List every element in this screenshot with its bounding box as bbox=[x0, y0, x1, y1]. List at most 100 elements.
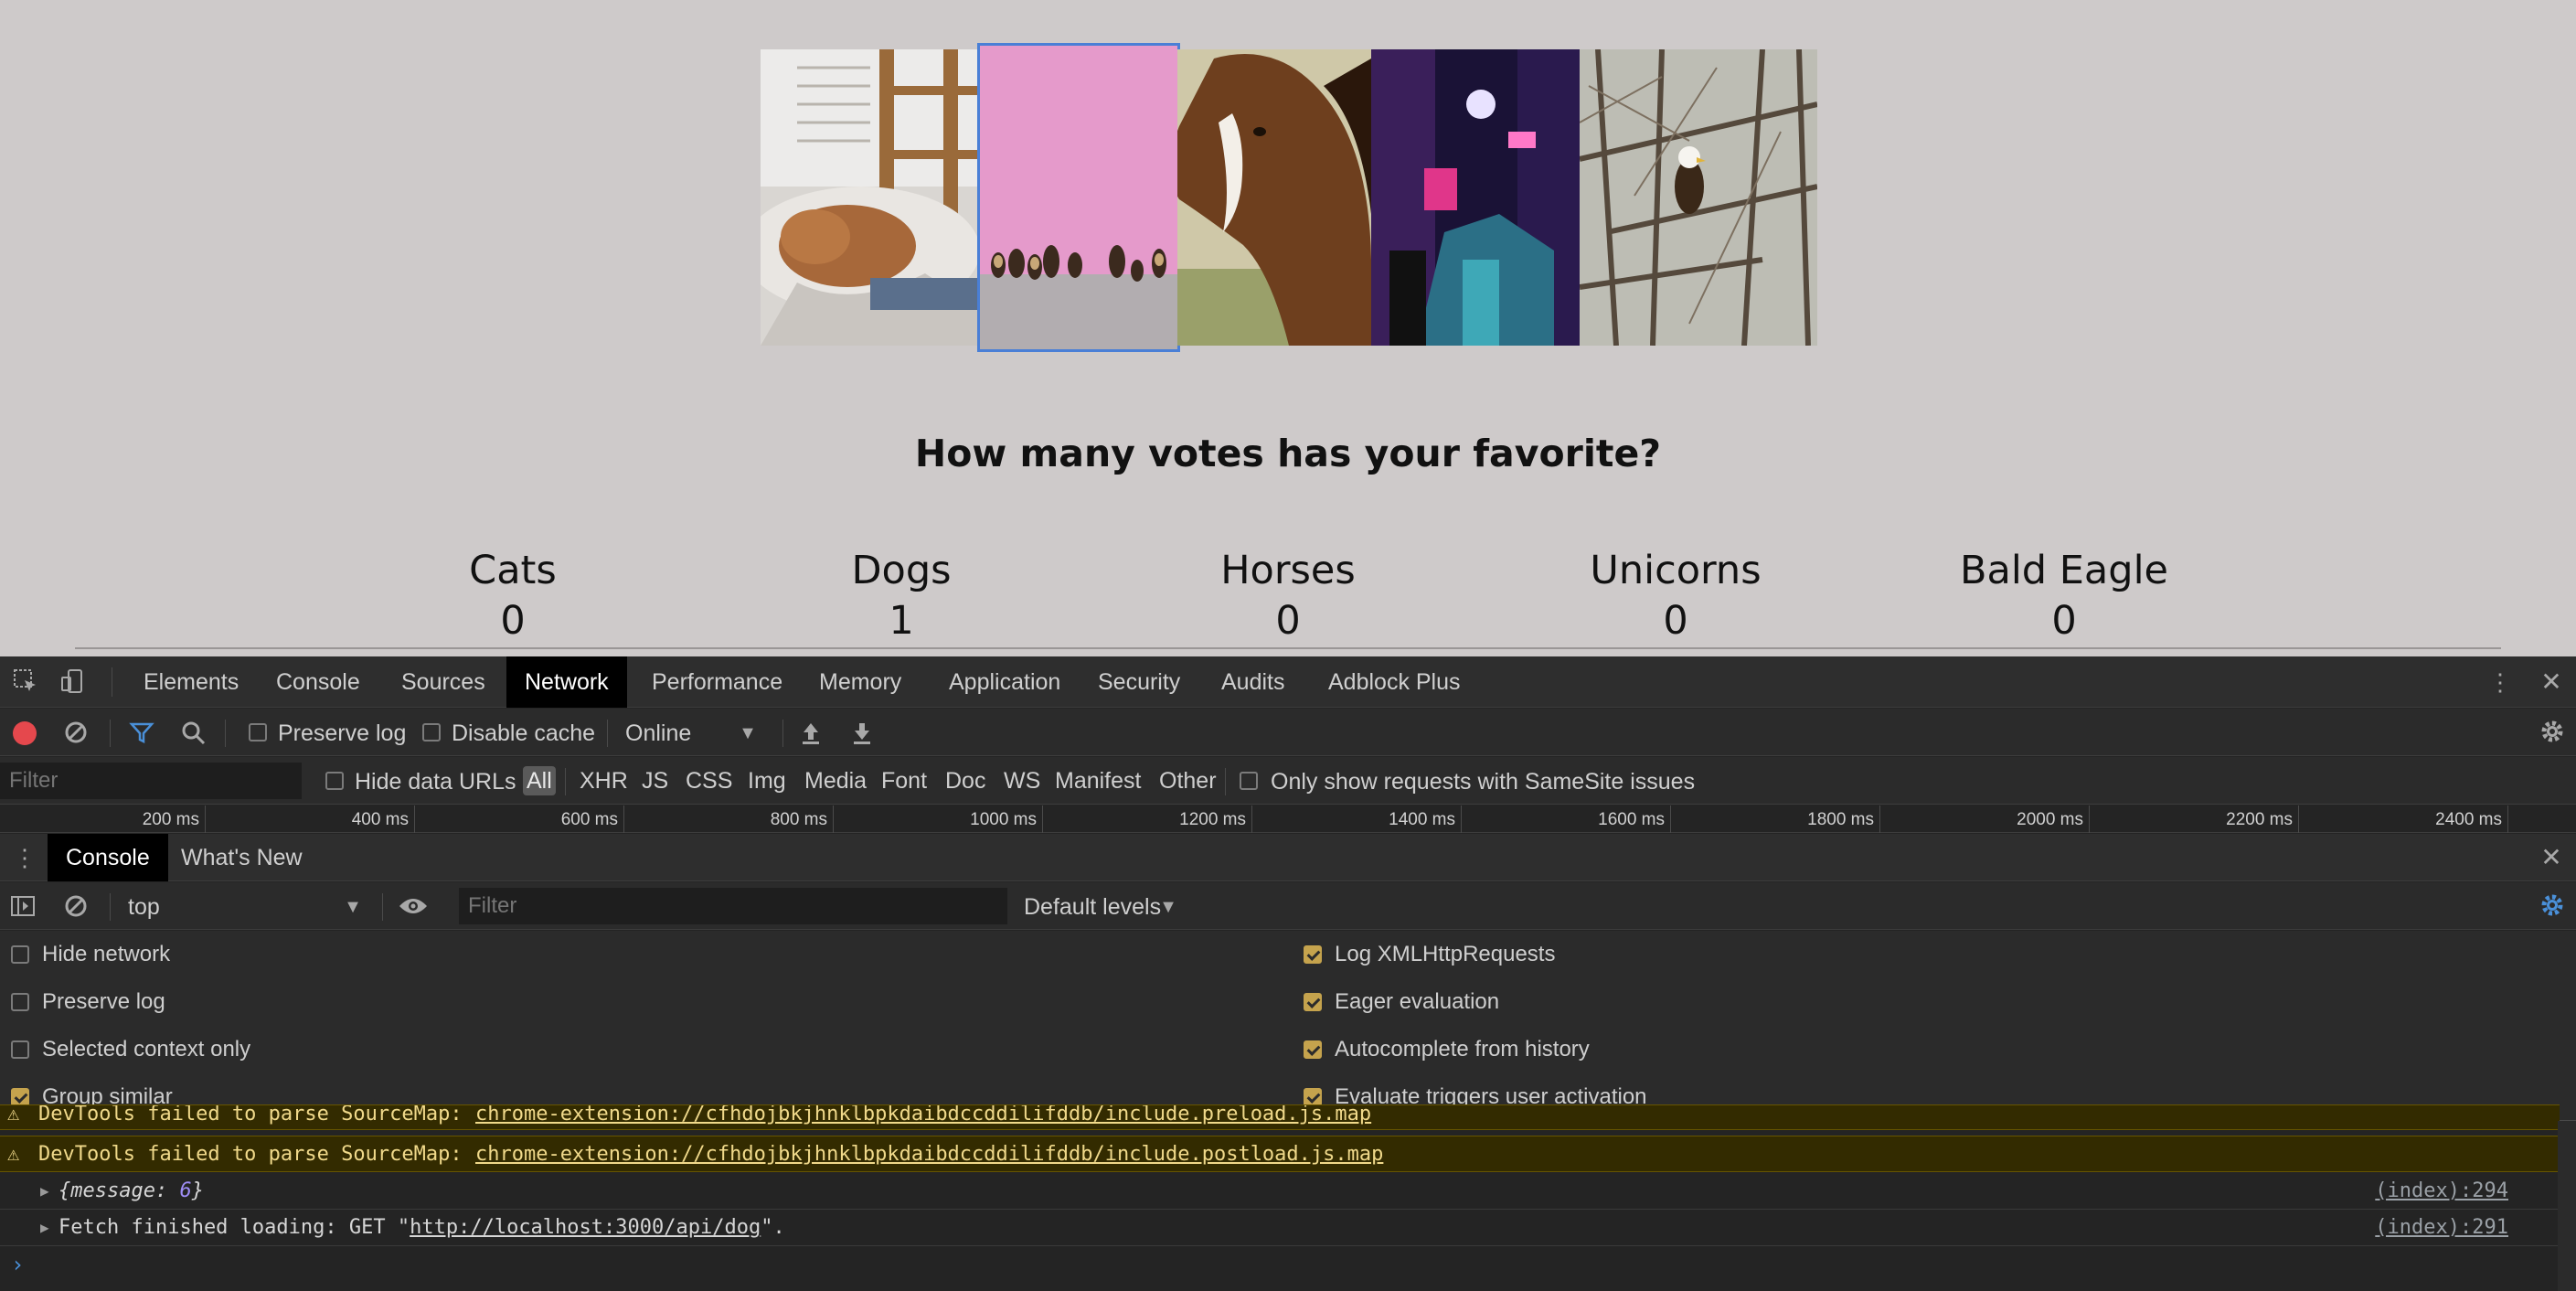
warning-icon: ⚠ bbox=[7, 1143, 20, 1166]
log-levels-select[interactable]: Default levels bbox=[1024, 893, 1161, 921]
checkbox[interactable] bbox=[11, 1040, 29, 1059]
console-settings-gear-icon[interactable] bbox=[2538, 891, 2567, 921]
checkbox[interactable] bbox=[11, 993, 29, 1011]
sourcemap-link[interactable]: chrome-extension://cfhdojbkjhnklbpkdaibd… bbox=[475, 1105, 1371, 1125]
vote-column-dogs: Dogs 1 bbox=[764, 545, 1038, 646]
timeline-tick: 1600 ms bbox=[1462, 806, 1671, 833]
live-expression-eye-icon[interactable] bbox=[397, 893, 430, 921]
cats-photo[interactable] bbox=[761, 49, 980, 346]
inspect-element-icon[interactable] bbox=[11, 667, 40, 697]
horses-photo[interactable] bbox=[1177, 49, 1371, 346]
tab-security[interactable]: Security bbox=[1080, 656, 1198, 708]
dogs-photo[interactable] bbox=[977, 43, 1180, 352]
more-menu-icon[interactable]: ⋮ bbox=[2486, 666, 2514, 699]
record-icon[interactable] bbox=[13, 721, 37, 745]
close-drawer-icon[interactable]: ✕ bbox=[2538, 843, 2565, 872]
type-filter-img[interactable]: Img bbox=[744, 766, 790, 795]
console-prompt[interactable]: › bbox=[0, 1246, 2560, 1283]
checkbox[interactable] bbox=[1304, 1088, 1322, 1106]
context-dropdown-arrow-icon[interactable]: ▼ bbox=[342, 893, 364, 921]
vote-label: Bald Eagle bbox=[1960, 548, 2168, 593]
network-filter-input[interactable] bbox=[0, 763, 302, 799]
type-filter-doc[interactable]: Doc bbox=[942, 766, 989, 795]
search-icon[interactable] bbox=[179, 720, 207, 747]
samesite-checkbox[interactable] bbox=[1240, 772, 1258, 790]
expand-arrow-icon[interactable]: ▶ bbox=[40, 1173, 49, 1210]
type-filter-font[interactable]: Font bbox=[878, 766, 931, 795]
checkbox[interactable] bbox=[11, 945, 29, 964]
vote-label: Dogs bbox=[851, 548, 952, 593]
filter-icon[interactable] bbox=[128, 720, 155, 747]
checkbox[interactable] bbox=[1304, 945, 1322, 964]
tab-application[interactable]: Application bbox=[931, 656, 1079, 708]
disable-cache-checkbox[interactable] bbox=[422, 723, 441, 742]
type-filter-other[interactable]: Other bbox=[1155, 766, 1220, 795]
drawer-menu-icon[interactable]: ⋮ bbox=[13, 843, 37, 872]
setting-label: Eager evaluation bbox=[1335, 989, 1500, 1014]
network-settings-gear-icon[interactable] bbox=[2538, 718, 2567, 747]
tab-console[interactable]: Console bbox=[258, 656, 378, 708]
fetch-url-link[interactable]: http://localhost:3000/api/dog bbox=[410, 1216, 761, 1239]
type-filter-js[interactable]: JS bbox=[638, 766, 672, 795]
setting-label: Hide network bbox=[42, 942, 171, 966]
checkbox[interactable] bbox=[11, 1088, 29, 1106]
preserve-log-checkbox[interactable] bbox=[249, 723, 267, 742]
tab-performance[interactable]: Performance bbox=[633, 656, 801, 708]
type-filter-manifest[interactable]: Manifest bbox=[1051, 766, 1144, 795]
tab-audits[interactable]: Audits bbox=[1203, 656, 1303, 708]
dropdown-arrow-icon[interactable]: ▼ bbox=[737, 720, 759, 747]
type-filter-media[interactable]: Media bbox=[801, 766, 870, 795]
warning-text: DevTools failed to parse SourceMap: bbox=[38, 1104, 463, 1126]
console-warning-row: ⚠ DevTools failed to parse SourceMap: ch… bbox=[0, 1104, 2560, 1130]
device-toolbar-icon[interactable] bbox=[59, 667, 88, 697]
clear-console-icon[interactable] bbox=[62, 893, 90, 921]
source-location-link[interactable]: (index):294 bbox=[2375, 1173, 2508, 1210]
context-selector[interactable]: top bbox=[128, 893, 160, 921]
separator bbox=[110, 720, 111, 747]
close-devtools-icon[interactable]: ✕ bbox=[2538, 666, 2565, 699]
drawer-tab-console[interactable]: Console bbox=[48, 834, 168, 881]
console-object-row[interactable]: ▶ {message: 6} (index):294 bbox=[0, 1173, 2560, 1210]
page-divider bbox=[75, 647, 2501, 649]
network-timeline-overview[interactable]: 200 ms 400 ms 600 ms 800 ms 1000 ms 1200… bbox=[0, 806, 2576, 833]
fetch-prefix: Fetch finished loading: GET " bbox=[59, 1216, 410, 1239]
timeline-tick: 2200 ms bbox=[2090, 806, 2299, 833]
vote-label: Horses bbox=[1220, 548, 1356, 593]
clear-icon[interactable] bbox=[62, 720, 90, 747]
levels-dropdown-arrow-icon[interactable]: ▼ bbox=[1157, 893, 1179, 921]
checkbox[interactable] bbox=[1304, 1040, 1322, 1059]
tab-adblock-plus[interactable]: Adblock Plus bbox=[1310, 656, 1479, 708]
page-heading: How many votes has your favorite? bbox=[914, 432, 1662, 475]
samesite-label: Only show requests with SameSite issues bbox=[1271, 769, 1696, 795]
separator bbox=[225, 720, 226, 747]
timeline-tick: 1800 ms bbox=[1671, 806, 1880, 833]
expand-arrow-icon[interactable]: ▶ bbox=[40, 1210, 49, 1246]
checkbox[interactable] bbox=[1304, 993, 1322, 1011]
type-filter-ws[interactable]: WS bbox=[1000, 766, 1044, 795]
tab-memory[interactable]: Memory bbox=[801, 656, 920, 708]
type-filter-xhr[interactable]: XHR bbox=[576, 766, 632, 795]
tab-network[interactable]: Network bbox=[506, 656, 627, 708]
export-har-icon[interactable] bbox=[848, 720, 876, 747]
source-location-link[interactable]: (index):291 bbox=[2375, 1210, 2508, 1246]
type-filter-css[interactable]: CSS bbox=[682, 766, 736, 795]
unicorns-photo[interactable] bbox=[1371, 49, 1580, 346]
hide-data-urls-label: Hide data URLs bbox=[355, 769, 516, 795]
drawer-tab-whats-new[interactable]: What's New bbox=[163, 834, 321, 881]
console-filter-input[interactable] bbox=[459, 888, 1007, 924]
prompt-chevron-icon: › bbox=[11, 1252, 25, 1277]
import-har-icon[interactable] bbox=[797, 720, 825, 747]
web-page: How many votes has your favorite? Cats 0… bbox=[0, 0, 2576, 656]
type-filter-all[interactable]: All bbox=[523, 766, 556, 795]
show-sidebar-icon[interactable] bbox=[9, 893, 37, 921]
throttling-select[interactable]: Online bbox=[625, 720, 691, 747]
bald-eagle-photo[interactable] bbox=[1580, 49, 1817, 346]
hide-data-urls-checkbox[interactable] bbox=[325, 772, 344, 790]
object-preview: {message: 6} bbox=[59, 1179, 204, 1202]
tab-sources[interactable]: Sources bbox=[383, 656, 504, 708]
setting-label: Preserve log bbox=[42, 989, 165, 1014]
sourcemap-link[interactable]: chrome-extension://cfhdojbkjhnklbpkdaibd… bbox=[475, 1136, 1383, 1173]
console-fetch-row[interactable]: ▶ Fetch finished loading: GET "http://lo… bbox=[0, 1210, 2560, 1246]
console-scrollbar[interactable] bbox=[2558, 1121, 2576, 1291]
tab-elements[interactable]: Elements bbox=[125, 656, 257, 708]
